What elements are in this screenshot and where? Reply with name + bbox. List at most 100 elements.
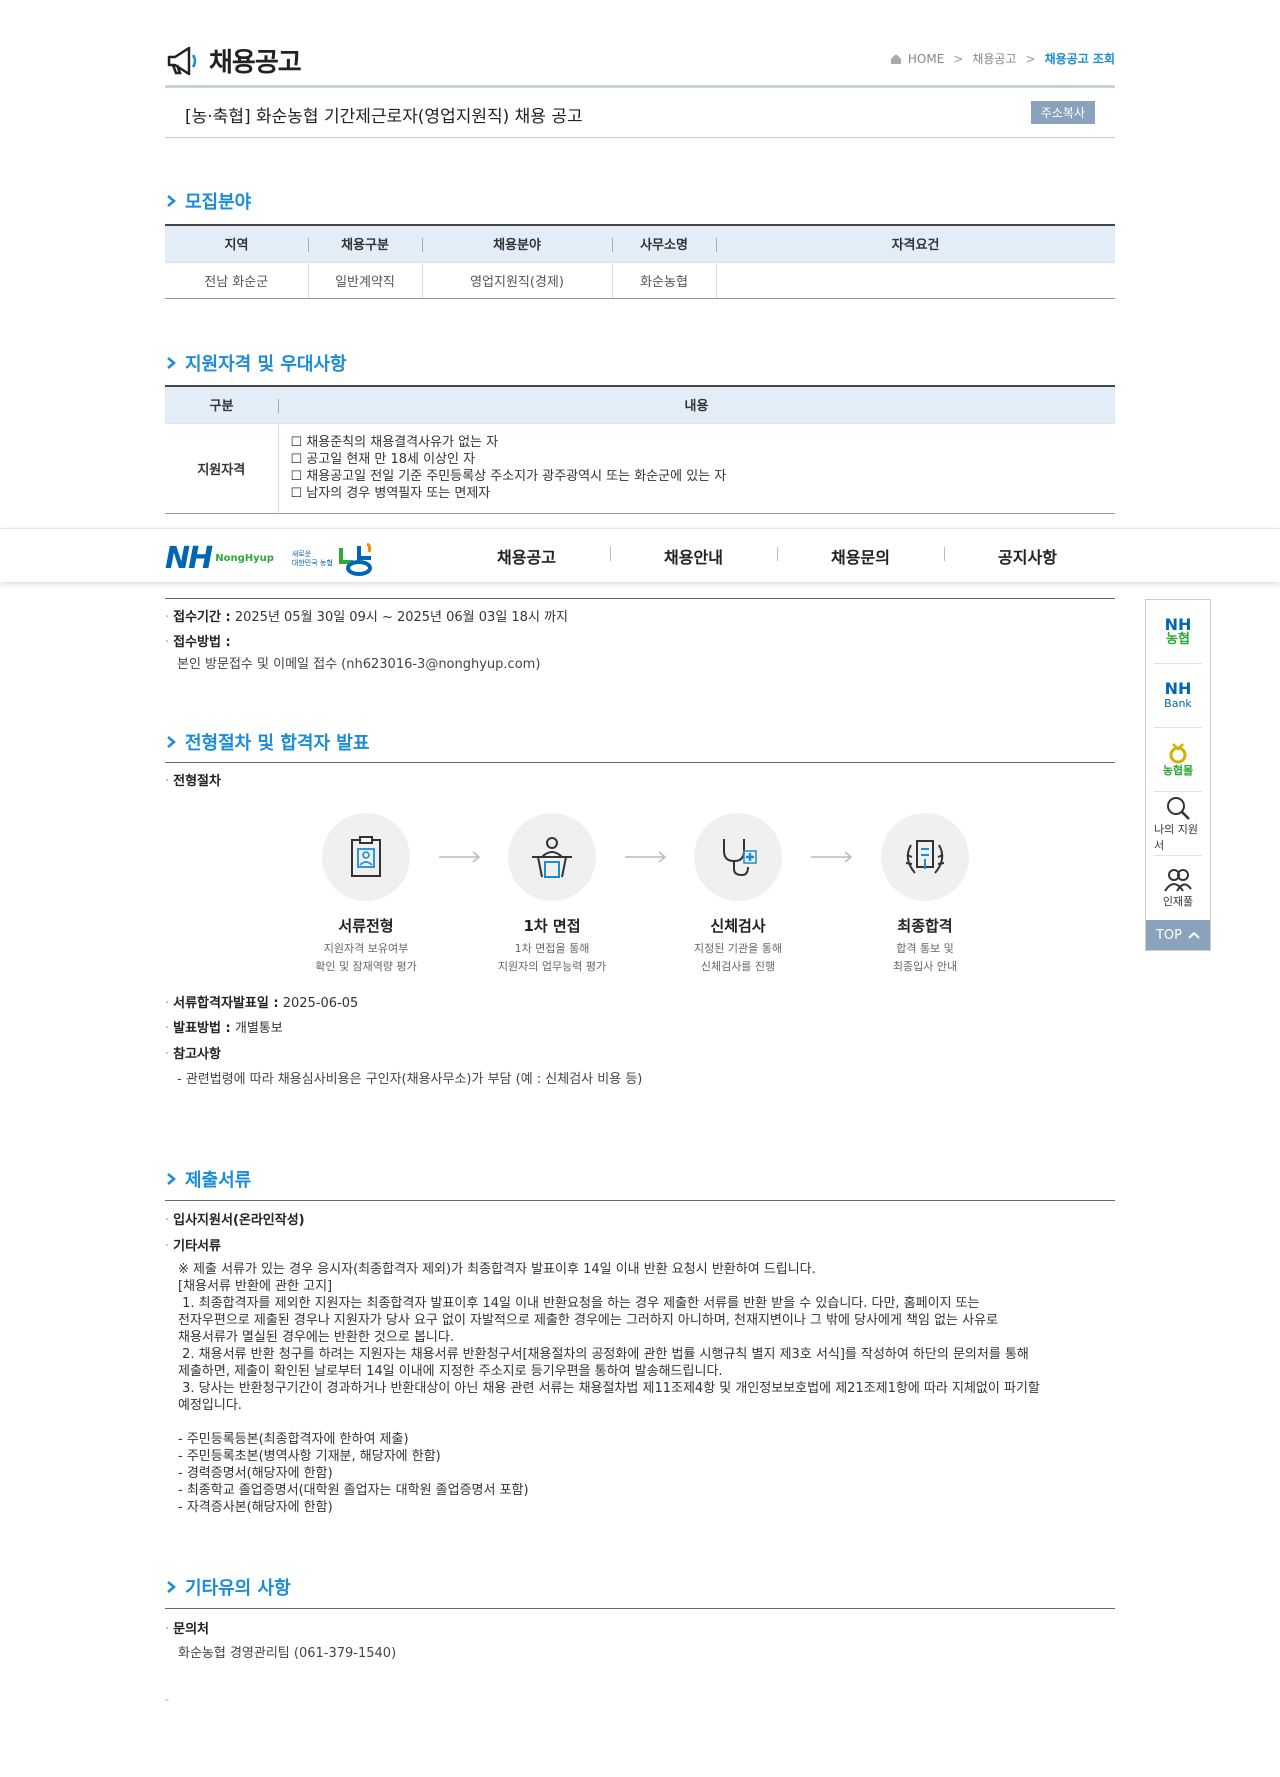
megaphone-icon	[167, 46, 197, 75]
search-icon	[1167, 796, 1190, 820]
chevron-right-icon: >	[1025, 51, 1036, 66]
table-cell: 전남 화순군	[165, 261, 308, 299]
page-title-area: 채용공고	[165, 42, 302, 79]
recruit-table: 지역 채용구분 채용분야 사무소명 자격요건 전남 화순군 일반계약직 영업지원…	[165, 224, 1115, 299]
step-desc: 지원자격 보유여부 확인 및 잠재역량 평가	[315, 942, 417, 973]
step-title: 서류전형	[338, 917, 394, 935]
table-cell: 일반계약직	[307, 261, 422, 299]
table-row: 전남 화순군 일반계약직 영업지원직(경제) 화순농협	[165, 261, 1115, 299]
nh-logo[interactable]: NH NongHyup 새로운 대한민국 농협	[165, 541, 375, 576]
notice-title: [농·축협] 화순농협 기간제근로자(영업지원직) 채용 공고	[185, 107, 583, 127]
apply-method-label: · 접수방법 :	[165, 635, 231, 650]
chevron-right-icon: >	[953, 51, 964, 66]
table-cell	[715, 261, 1115, 299]
list-item: 채용준칙의 채용결격사유가 없는 자	[291, 434, 1104, 451]
chevron-right-icon	[167, 357, 176, 369]
quick-item-nh-bank[interactable]: NH Bank	[1154, 664, 1202, 728]
trailing-dash: -	[165, 1693, 169, 1706]
breadcrumb-home[interactable]: HOME	[908, 52, 944, 66]
table-row: 지원자격 채용준칙의 채용결격사유가 없는 자 공고일 현재 만 18세 이상인…	[165, 422, 1115, 514]
notice-title-bar: [농·축협] 화순농협 기간제근로자(영업지원직) 채용 공고 주소복사	[165, 96, 1115, 138]
menu-recruit-notice[interactable]: 채용공고	[443, 544, 610, 568]
table-cell: 지원자격	[165, 422, 278, 514]
table-header: 사무소명	[612, 224, 716, 262]
reference-label: · 참고사항	[165, 1047, 221, 1062]
chevron-right-icon	[167, 195, 176, 207]
chevron-right-icon	[167, 1173, 176, 1185]
process-step-document: 서류전형 지원자격 보유여부 확인 및 잠재역량 평가	[286, 813, 446, 976]
section-divider	[165, 1200, 1115, 1201]
chevron-up-icon	[1188, 931, 1200, 939]
people-icon	[1164, 869, 1192, 892]
apply-period: · 접수기간 : 2025년 05월 30일 09시 ~ 2025년 06월 03…	[165, 610, 568, 625]
process-step-interview: 1차 면접 1차 면접을 통해 지원자의 업무능력 평가	[472, 813, 632, 976]
section-title-qualification: 지원자격 및 우대사항	[165, 350, 347, 376]
page-title: 채용공고	[209, 48, 302, 78]
announce-date: · 서류합격자발표일 : 2025-06-05	[165, 996, 359, 1011]
quick-menu: NH 농협 NH Bank 농협몰 나의 지원서 인재풀 TOP	[1145, 599, 1211, 951]
apply-method-value: 본인 방문접수 및 이메일 접수 (nh623016-3@nonghyup.co…	[177, 657, 541, 672]
header-divider	[165, 85, 1115, 88]
chevron-right-icon	[167, 736, 176, 748]
document-item-etc: · 기타서류	[165, 1239, 221, 1254]
scroll-top-button[interactable]: TOP	[1146, 920, 1210, 950]
menu-notice[interactable]: 공지사항	[944, 544, 1111, 568]
quick-item-nh-nonghyup[interactable]: NH 농협	[1154, 600, 1202, 664]
step-desc: 지정된 기관을 통해 신체검사를 진행	[694, 942, 782, 973]
section-title-etc: 기타유의 사항	[165, 1574, 291, 1600]
step-desc: 1차 면접을 통해 지원자의 업무능력 평가	[497, 942, 607, 973]
document-body: ※ 제출 서류가 있는 경우 응시자(최종합격자 제외)가 최종합격자 발표이후…	[178, 1262, 1040, 1515]
section-title-documents: 제출서류	[165, 1166, 251, 1192]
copy-url-button[interactable]: 주소복사	[1030, 101, 1095, 124]
home-icon[interactable]	[890, 53, 902, 65]
section-divider	[165, 598, 1115, 599]
clipboard-icon	[351, 836, 381, 877]
reference-value: - 관련법령에 따라 채용심사비용은 구인자(채용사무소)가 부담 (예 : 신…	[177, 1072, 643, 1087]
step-desc: 합격 통보 및 최종입사 안내	[892, 942, 958, 973]
process-step-medical: 신체검사 지정된 기관을 통해 신체검사를 진행	[658, 813, 818, 976]
table-header: 채용구분	[308, 224, 422, 262]
step-title: 신체검사	[710, 917, 766, 935]
section-divider	[165, 1608, 1115, 1609]
table-cell: 화순농협	[611, 261, 716, 299]
main-menu: 채용공고 채용안내 채용문의 공지사항	[443, 529, 1111, 583]
nh-mall-icon	[1169, 742, 1187, 763]
page-header: 채용공고 HOME > 채용공고 > 채용공고 조회	[165, 40, 1115, 90]
list-item: 채용공고일 전일 기준 주민등록상 주소지가 광주광역시 또는 화순군에 있는 …	[291, 468, 1104, 485]
laurel-certificate-icon	[905, 840, 945, 874]
process-sub-label: · 전형절차	[165, 774, 221, 789]
breadcrumb-recruit[interactable]: 채용공고	[972, 50, 1016, 67]
quick-item-my-application[interactable]: 나의 지원서	[1154, 792, 1202, 856]
quick-item-nh-mall[interactable]: 농협몰	[1154, 728, 1202, 792]
list-item: 남자의 경우 병역필자 또는 면제자	[291, 485, 1104, 502]
menu-recruit-guide[interactable]: 채용안내	[610, 544, 777, 568]
step-title: 최종합격	[897, 917, 953, 935]
chevron-right-icon	[167, 1581, 176, 1593]
list-item: 공고일 현재 만 18세 이상인 자	[291, 451, 1104, 468]
announce-method: · 발표방법 : 개별통보	[165, 1021, 283, 1036]
table-header: 내용	[278, 385, 1115, 423]
qualification-table: 구분 내용 지원자격 채용준칙의 채용결격사유가 없는 자 공고일 현재 만 1…	[165, 385, 1115, 514]
stethoscope-icon	[723, 839, 757, 877]
table-cell: 영업지원직(경제)	[421, 261, 612, 299]
breadcrumb: HOME > 채용공고 > 채용공고 조회	[890, 50, 1115, 67]
breadcrumb-current: 채용공고 조회	[1044, 52, 1115, 66]
document-item-application: · 입사지원서(온라인작성)	[165, 1213, 305, 1228]
section-title-process: 전형절차 및 합격자 발표	[165, 729, 369, 755]
global-nav-bar: NH NongHyup 새로운 대한민국 농협 채용공고 채용안내 채용문의 공지…	[0, 528, 1280, 582]
interview-podium-icon	[532, 837, 572, 878]
contact-label: · 문의처	[165, 1622, 210, 1637]
step-title: 1차 면접	[523, 917, 581, 935]
table-header: 채용분야	[422, 224, 612, 262]
quick-item-talent-pool[interactable]: 인재풀	[1154, 856, 1202, 920]
menu-recruit-inquiry[interactable]: 채용문의	[777, 544, 944, 568]
process-step-final: 최종합격 합격 통보 및 최종입사 안내	[845, 813, 1005, 976]
table-header: 자격요건	[716, 224, 1115, 262]
table-header: 지역	[165, 224, 308, 262]
table-header: 구분	[165, 385, 278, 423]
slogan-text: 새로운 대한민국 농협	[291, 549, 333, 567]
qualification-list: 채용준칙의 채용결격사유가 없는 자 공고일 현재 만 18세 이상인 자 채용…	[277, 422, 1115, 514]
nonghyup-slogan-icon	[338, 542, 372, 576]
section-title-recruit: 모집분야	[165, 188, 251, 214]
contact-value: 화순농협 경영관리팀 (061-379-1540)	[178, 1646, 397, 1661]
